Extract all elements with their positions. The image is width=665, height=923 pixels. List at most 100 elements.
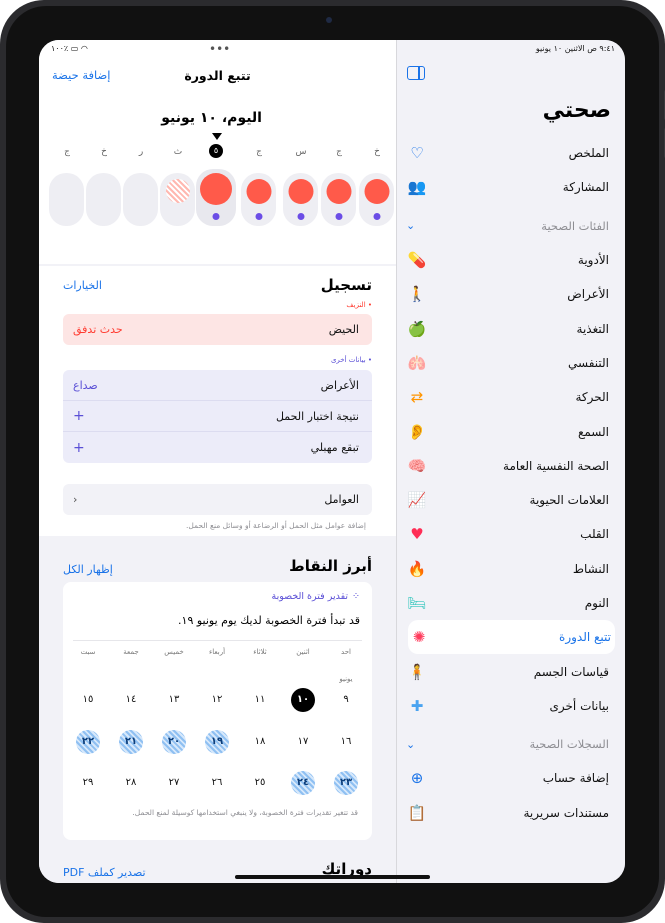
home-indicator[interactable] bbox=[235, 875, 430, 879]
log-section: تسجيل الخيارات • النزيف الحيض حدث تدفق •… bbox=[39, 266, 396, 536]
heart-outline-icon: ♡ bbox=[410, 144, 424, 163]
symptoms-label: الأعراض bbox=[320, 378, 359, 392]
calendar-day[interactable]: ١٣ bbox=[162, 688, 186, 712]
month-label: يونيو bbox=[339, 675, 353, 683]
sidebar-item[interactable]: تتبع الدورة ✺ bbox=[408, 620, 615, 655]
sidebar-item[interactable]: الملخص ♡ bbox=[396, 136, 625, 170]
weekday-letter: خ bbox=[365, 147, 389, 157]
day-column[interactable] bbox=[123, 173, 158, 226]
fertility-label: تقدير فترة الخصوبة bbox=[271, 591, 349, 602]
calendar-day[interactable]: ٢٧ bbox=[162, 771, 186, 795]
calendar-day[interactable]: ٢٨ bbox=[119, 771, 143, 795]
sidebar-item[interactable]: النشاط 🔥 bbox=[396, 552, 625, 586]
calendar-day[interactable]: ٢٠ bbox=[162, 730, 186, 754]
sidebar-item-label: النوم bbox=[584, 596, 609, 610]
calendar-day[interactable]: ٢٩ bbox=[76, 771, 100, 795]
calendar-day[interactable]: ٢٤ bbox=[291, 771, 315, 795]
highlights-title: أبرز النقاط bbox=[289, 557, 372, 575]
sidebar-item-label: قياسات الجسم bbox=[533, 664, 609, 679]
sidebar-item[interactable]: الصحة النفسية العامة 🧠 bbox=[396, 449, 625, 483]
factors-note: إضافة عوامل مثل الحمل أو الرضاعة أو وسائ… bbox=[185, 521, 366, 530]
spotting-add-icon[interactable]: + bbox=[73, 440, 85, 456]
weekday-header: ثلاثاء bbox=[253, 648, 267, 656]
sidebar-item[interactable]: إضافة حساب ⊕ bbox=[396, 761, 625, 795]
sidebar-section-header[interactable]: السجلات الصحية ⌄ bbox=[396, 727, 625, 761]
today-pointer-icon bbox=[212, 133, 222, 140]
sidebar-item[interactable]: بيانات أخرى ✚ bbox=[396, 689, 625, 723]
symptom-dot bbox=[297, 213, 304, 220]
export-pdf-link[interactable]: تصدير كملف PDF bbox=[63, 866, 146, 879]
pregnancy-test-row[interactable]: نتيجة اختبار الحمل + bbox=[63, 401, 372, 432]
cycle-tracking-panel: ١٠٠٪ ▭ ◠ ••• تتبع الدورة إضافة حيضة اليو… bbox=[39, 40, 396, 883]
sidebar-section-header[interactable]: الفئات الصحية ⌄ bbox=[396, 209, 625, 243]
period-row[interactable]: الحيض حدث تدفق bbox=[63, 314, 372, 345]
weekday-header: أربعاء bbox=[208, 648, 226, 656]
sidebar-item[interactable]: الأدوية 💊 bbox=[396, 243, 625, 277]
sidebar-item[interactable]: التنفسي 🫁 bbox=[396, 346, 625, 380]
sidebar-item[interactable]: مستندات سريرية 📋 bbox=[396, 796, 625, 830]
sidebar-item[interactable]: السمع 👂 bbox=[396, 414, 625, 448]
period-card[interactable]: الحيض حدث تدفق bbox=[63, 314, 372, 345]
sidebar-item-label: التنفسي bbox=[567, 355, 609, 370]
day-column[interactable] bbox=[49, 173, 84, 226]
day-column[interactable] bbox=[160, 173, 195, 226]
weekday-letter-text: ج bbox=[64, 147, 70, 157]
symptoms-row[interactable]: الأعراض صداع bbox=[63, 370, 372, 401]
sidebar-item-label: مستندات سريرية bbox=[523, 805, 609, 820]
day-column[interactable] bbox=[86, 173, 121, 226]
calendar-day[interactable]: ١٤ bbox=[119, 688, 143, 712]
day-column[interactable] bbox=[283, 173, 318, 226]
log-title: تسجيل bbox=[320, 276, 372, 294]
chevron-left-icon: ‹ bbox=[73, 493, 78, 506]
calendar-day[interactable]: ٩ bbox=[334, 688, 358, 712]
calendar-day[interactable]: ١٧ bbox=[291, 730, 315, 754]
calendar-day[interactable]: ١٠ bbox=[291, 688, 315, 712]
pregnancy-test-add-icon[interactable]: + bbox=[73, 408, 85, 424]
options-link[interactable]: الخيارات bbox=[63, 279, 102, 292]
plus-circle-icon: ⊕ bbox=[410, 769, 424, 788]
flame-icon: 🔥 bbox=[407, 559, 427, 578]
sidebar-toggle-icon[interactable] bbox=[407, 66, 425, 80]
status-icons: ١٠٠٪ ▭ ◠ bbox=[51, 44, 88, 53]
calendar-day[interactable]: ٢١ bbox=[119, 730, 143, 754]
calendar-day[interactable]: ٢٥ bbox=[248, 771, 272, 795]
fertility-card[interactable]: ⁘ تقدير فترة الخصوبة قد تبدأ فترة الخصوب… bbox=[63, 582, 372, 840]
weekday-letter-text: ٥ bbox=[209, 144, 223, 158]
sidebar-item[interactable]: التغذية 🍏 bbox=[396, 311, 625, 345]
calendar-day[interactable]: ٢٦ bbox=[205, 771, 229, 795]
factors-row[interactable]: العوامل ‹ bbox=[63, 484, 372, 515]
show-all-link[interactable]: إظهار الكل bbox=[63, 563, 113, 576]
other-data-card: الأعراض صداع نتيجة اختبار الحمل + تبقع م… bbox=[63, 370, 372, 463]
day-column[interactable] bbox=[321, 173, 356, 226]
calendar-day[interactable]: ١١ bbox=[248, 688, 272, 712]
factors-card[interactable]: العوامل ‹ bbox=[63, 484, 372, 515]
calendar-day[interactable]: ١٦ bbox=[334, 730, 358, 754]
sidebar-item[interactable]: القلب ♥ bbox=[396, 517, 625, 551]
period-circle bbox=[326, 179, 351, 204]
day-column-today[interactable] bbox=[196, 169, 236, 226]
calendar-day[interactable]: ١٩ bbox=[205, 730, 229, 754]
calendar-day[interactable]: ٢٣ bbox=[334, 771, 358, 795]
calendar-day[interactable]: ١٥ bbox=[76, 688, 100, 712]
calendar-day[interactable]: ١٢ bbox=[205, 688, 229, 712]
sidebar-item[interactable]: المشاركة 👥 bbox=[396, 170, 625, 204]
date-heading: اليوم، ١٠ يونيو bbox=[161, 110, 262, 126]
sidebar-item[interactable]: العلامات الحيوية 📈 bbox=[396, 483, 625, 517]
head-icon: 🧠 bbox=[407, 456, 427, 475]
day-column[interactable] bbox=[241, 173, 276, 226]
symptom-dot bbox=[212, 213, 220, 220]
fertility-disclaimer: قد تتغير تقديرات فترة الخصوبة، ولا ينبغي… bbox=[132, 808, 358, 817]
fertility-text: قد تبدأ فترة الخصوبة لديك يوم يونيو ١٩. bbox=[178, 614, 360, 627]
calendar-day[interactable]: ١٨ bbox=[248, 730, 272, 754]
predicted-period-circle bbox=[165, 179, 190, 203]
sidebar-item[interactable]: قياسات الجسم 🧍 bbox=[396, 654, 625, 688]
add-period-button[interactable]: إضافة حيضة bbox=[52, 68, 111, 82]
spotting-row[interactable]: تبقع مهبلي + bbox=[63, 432, 372, 463]
calendar-day[interactable]: ٢٢ bbox=[76, 730, 100, 754]
factors-label: العوامل bbox=[324, 493, 359, 506]
multitask-dots-icon[interactable]: ••• bbox=[209, 42, 230, 56]
day-column[interactable] bbox=[359, 173, 394, 226]
sidebar-item[interactable]: الحركة ⇄ bbox=[396, 380, 625, 414]
sidebar-item[interactable]: النوم 🛏 bbox=[396, 586, 625, 620]
sidebar-item[interactable]: الأعراض 🚶 bbox=[396, 277, 625, 311]
